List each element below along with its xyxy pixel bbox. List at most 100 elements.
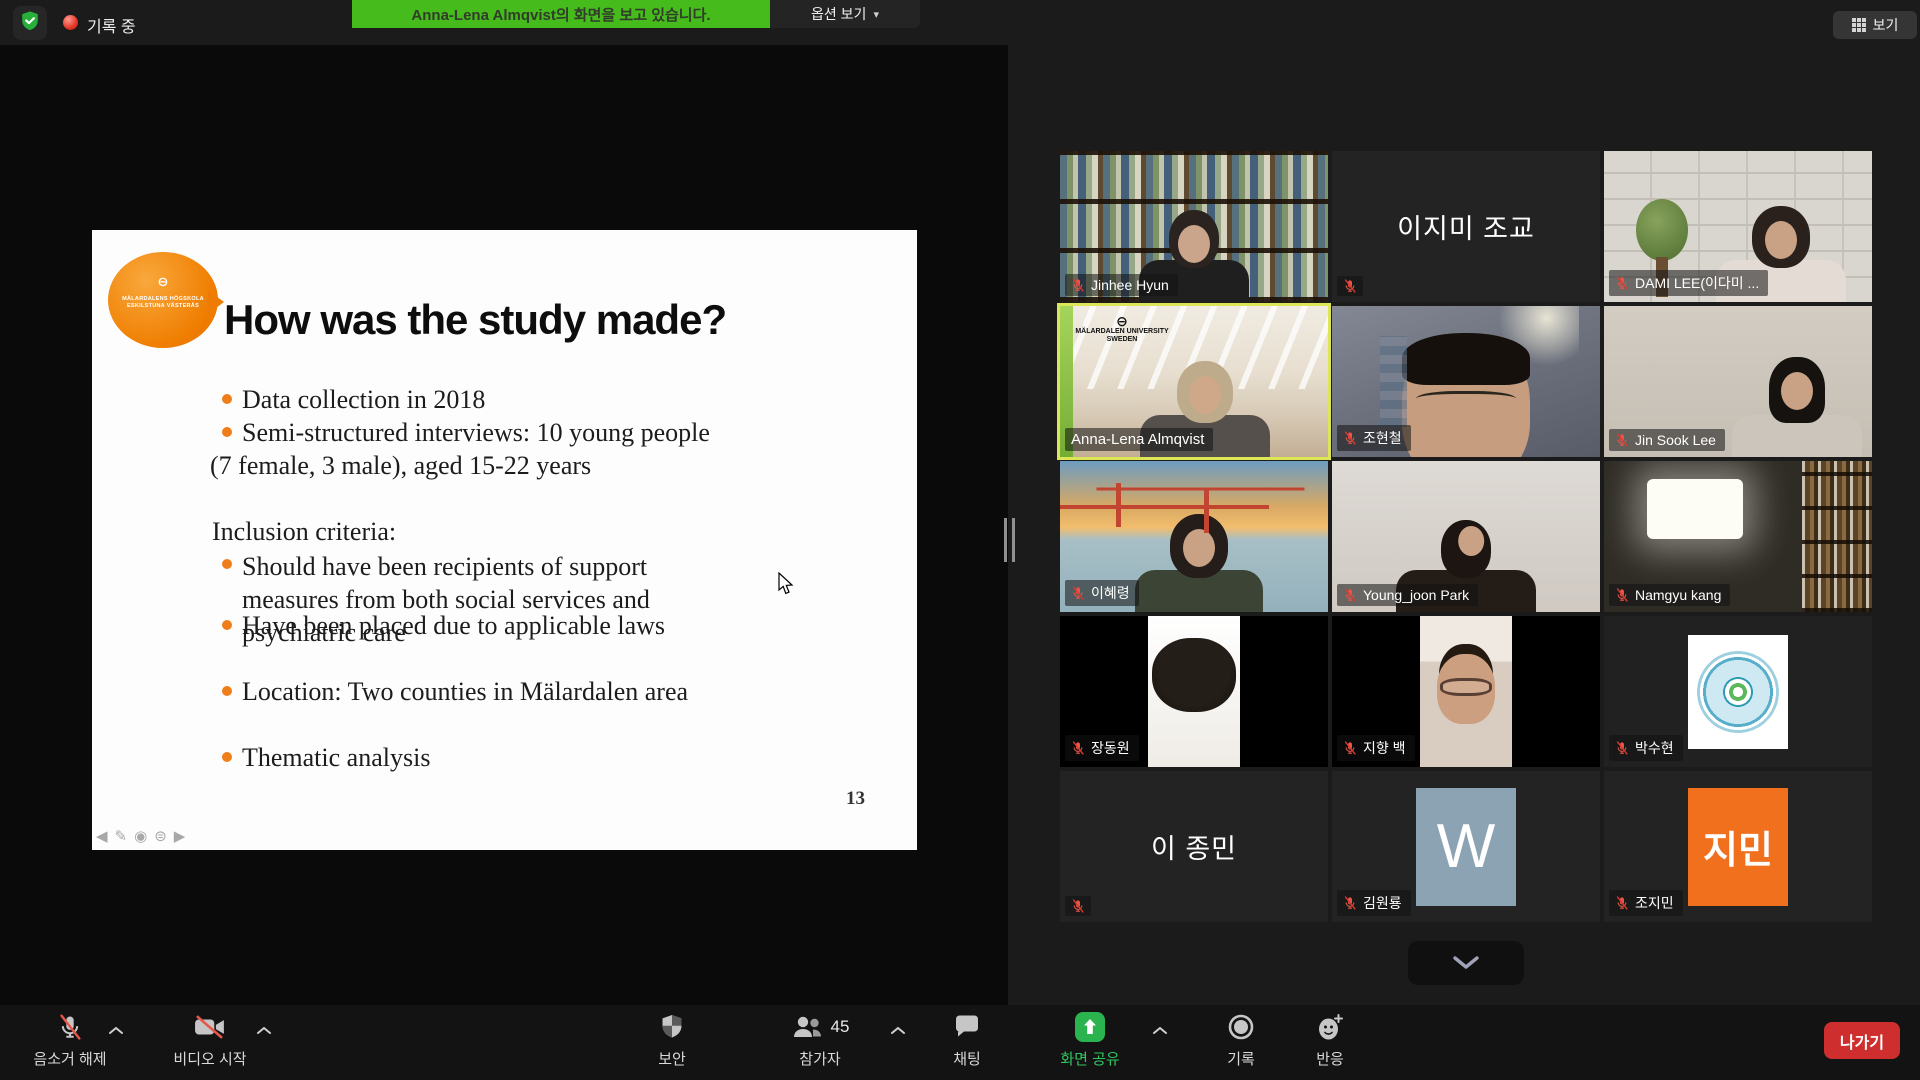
share-options-chevron[interactable] — [1152, 1022, 1168, 1040]
start-video-button[interactable]: 비디오 시작 — [152, 1013, 268, 1069]
name-plate — [1337, 276, 1363, 296]
video-options-chevron[interactable] — [256, 1022, 272, 1040]
person-silhouette — [1402, 333, 1530, 457]
participant-name: 김원룡 — [1363, 893, 1402, 913]
participant-name: Jin Sook Lee — [1635, 432, 1716, 448]
name-plate: 조지민 — [1609, 890, 1683, 916]
participant-name: 지향 백 — [1363, 738, 1406, 758]
participant-name: Jinhee Hyun — [1091, 277, 1169, 293]
security-shield-badge[interactable] — [13, 6, 47, 40]
grid-view-icon — [1852, 18, 1866, 32]
slide-page-number: 13 — [846, 788, 865, 810]
gallery-view-button[interactable]: 보기 — [1833, 11, 1917, 39]
participant-name: 박수현 — [1635, 738, 1674, 758]
participant-tile-jang-dongwon[interactable]: 장동원 — [1060, 616, 1328, 767]
mouse-cursor — [778, 572, 795, 601]
slide-bullet-6: Thematic analysis — [242, 743, 430, 773]
university-logo: ⊖ MÄLARDALENS HÖGSKOLA ESKILSTUNA VÄSTER… — [108, 252, 218, 348]
top-bar: 기록 중 Anna-Lena Almqvist의 화면을 보고 있습니다. 옵션… — [0, 0, 1920, 45]
slideshow-tool-icon[interactable]: ◉ — [134, 829, 147, 844]
participant-tile-kim-wonryong[interactable]: W 김원룡 — [1332, 771, 1600, 922]
participant-name: Young_joon Park — [1363, 587, 1469, 603]
participant-tile-dami-lee[interactable]: DAMI LEE(이다미 ... — [1604, 151, 1872, 302]
pen-tool-icon[interactable]: ✎ — [115, 829, 128, 844]
name-plate: Namgyu kang — [1609, 584, 1730, 606]
university-logo-text: MÄLARDALENS HÖGSKOLA ESKILSTUNA VÄSTERÅS — [116, 296, 210, 310]
bullet-dot — [222, 394, 232, 404]
participant-tile-lee-jongmin[interactable]: 이 종민 — [1060, 771, 1328, 922]
name-plate — [1065, 896, 1091, 916]
association-seal-icon — [1697, 651, 1779, 733]
participant-tile-park-suhyun[interactable]: 박수현 — [1604, 616, 1872, 767]
participant-tile-jihyang-baek[interactable]: 지향 백 — [1332, 616, 1600, 767]
slide-inclusion-header: Inclusion criteria: — [212, 517, 396, 547]
video-strip — [1148, 616, 1240, 767]
muted-mic-icon — [1071, 278, 1085, 292]
participant-tile-anna-lena-active-speaker[interactable]: ⊖ MÄLARDALEN UNIVERSITY SWEDEN Anna-Lena… — [1060, 306, 1328, 457]
name-plate: Jinhee Hyun — [1065, 274, 1178, 296]
audio-options-chevron[interactable] — [108, 1022, 124, 1040]
participant-name: 이혜령 — [1091, 583, 1130, 603]
muted-mic-icon — [1615, 433, 1629, 447]
slide-bullet-4: Have been placed due to applicable laws — [242, 611, 665, 641]
reactions-label: 반응 — [1316, 1048, 1344, 1069]
scroll-participants-button[interactable] — [1408, 941, 1524, 985]
association-logo-card — [1688, 635, 1788, 749]
muted-mic-icon — [1615, 588, 1629, 602]
slide-bullet-2-continuation: (7 female, 3 male), aged 15-22 years — [210, 451, 591, 481]
participants-count: 45 — [831, 1017, 850, 1037]
participant-tile-cho-hyunchul[interactable]: 조현철 — [1332, 306, 1600, 457]
person-silhouette — [1732, 357, 1862, 457]
reactions-button[interactable]: 반응 — [1290, 1013, 1370, 1069]
meeting-toolbar: 음소거 해제 비디오 시작 보안 — [0, 1005, 1920, 1080]
meeting-secure-shield-icon — [19, 10, 41, 37]
name-plate: 김원룡 — [1337, 890, 1411, 916]
participant-tile-lee-hyeryeong[interactable]: 이혜령 — [1060, 461, 1328, 612]
participant-tile-ljimi[interactable]: 이지미 조교 — [1332, 151, 1600, 302]
participant-tile-young-joon-park[interactable]: Young_joon Park — [1332, 461, 1600, 612]
more-tools-icon[interactable]: ⊜ — [154, 829, 167, 844]
presenter-toolbar: ◀ ✎ ◉ ⊜ ▶ — [96, 829, 185, 844]
slide-bullet-1: Data collection in 2018 — [242, 385, 485, 415]
chevron-down-icon — [1451, 956, 1481, 970]
slide-bullet-2: Semi-structured interviews: 10 young peo… — [242, 418, 710, 448]
chat-icon — [954, 1013, 980, 1041]
participant-name-center: 이지미 조교 — [1332, 151, 1600, 302]
participant-tile-namgyu-kang[interactable]: Namgyu kang — [1604, 461, 1872, 612]
slide-title: How was the study made? — [224, 296, 726, 344]
bullet-dot — [222, 686, 232, 696]
video-strip — [1420, 616, 1512, 767]
participants-options-chevron[interactable] — [890, 1022, 906, 1040]
previous-slide-icon[interactable]: ◀ — [96, 829, 108, 844]
bullet-dot — [222, 427, 232, 437]
unmute-label: 음소거 해제 — [33, 1048, 106, 1069]
record-button[interactable]: 기록 — [1201, 1013, 1281, 1069]
unmute-button[interactable]: 음소거 해제 — [18, 1013, 122, 1069]
name-plate: Jin Sook Lee — [1609, 429, 1725, 451]
next-slide-icon[interactable]: ▶ — [174, 829, 186, 844]
participant-tile-jin-sook-lee[interactable]: Jin Sook Lee — [1604, 306, 1872, 457]
share-screen-button[interactable]: 화면 공유 — [1038, 1013, 1142, 1069]
bullet-dot — [222, 752, 232, 762]
university-logo-mark: ⊖ — [1072, 314, 1172, 328]
security-label: 보안 — [658, 1048, 686, 1069]
participant-tile-jo-jimin[interactable]: 지민 조지민 — [1604, 771, 1872, 922]
security-button[interactable]: 보안 — [632, 1013, 712, 1069]
participant-grid: Jinhee Hyun 이지미 조교 DAMI LEE(이다미 ... ⊖ MÄ… — [1060, 151, 1872, 922]
record-icon — [1228, 1013, 1254, 1041]
video-off-icon — [194, 1013, 226, 1041]
name-plate: 조현철 — [1337, 425, 1411, 451]
panel-resize-handle[interactable] — [1004, 518, 1015, 562]
participants-button[interactable]: 45 참가자 — [762, 1013, 878, 1069]
chat-label: 채팅 — [953, 1048, 981, 1069]
share-screen-icon — [1075, 1013, 1105, 1041]
malardalen-university-logo: ⊖ MÄLARDALEN UNIVERSITY SWEDEN — [1072, 314, 1172, 344]
participant-tile-jinhee-hyun[interactable]: Jinhee Hyun — [1060, 151, 1328, 302]
name-plate: 박수현 — [1609, 735, 1683, 761]
viewing-screen-banner-text: Anna-Lena Almqvist의 화면을 보고 있습니다. — [411, 4, 710, 25]
participant-name: DAMI LEE(이다미 ... — [1635, 273, 1759, 293]
leave-meeting-button[interactable]: 나가기 — [1824, 1022, 1900, 1059]
participant-name: 조현철 — [1363, 428, 1402, 448]
view-options-button[interactable]: 옵션 보기 ▾ — [770, 0, 920, 28]
chat-button[interactable]: 채팅 — [928, 1013, 1006, 1069]
